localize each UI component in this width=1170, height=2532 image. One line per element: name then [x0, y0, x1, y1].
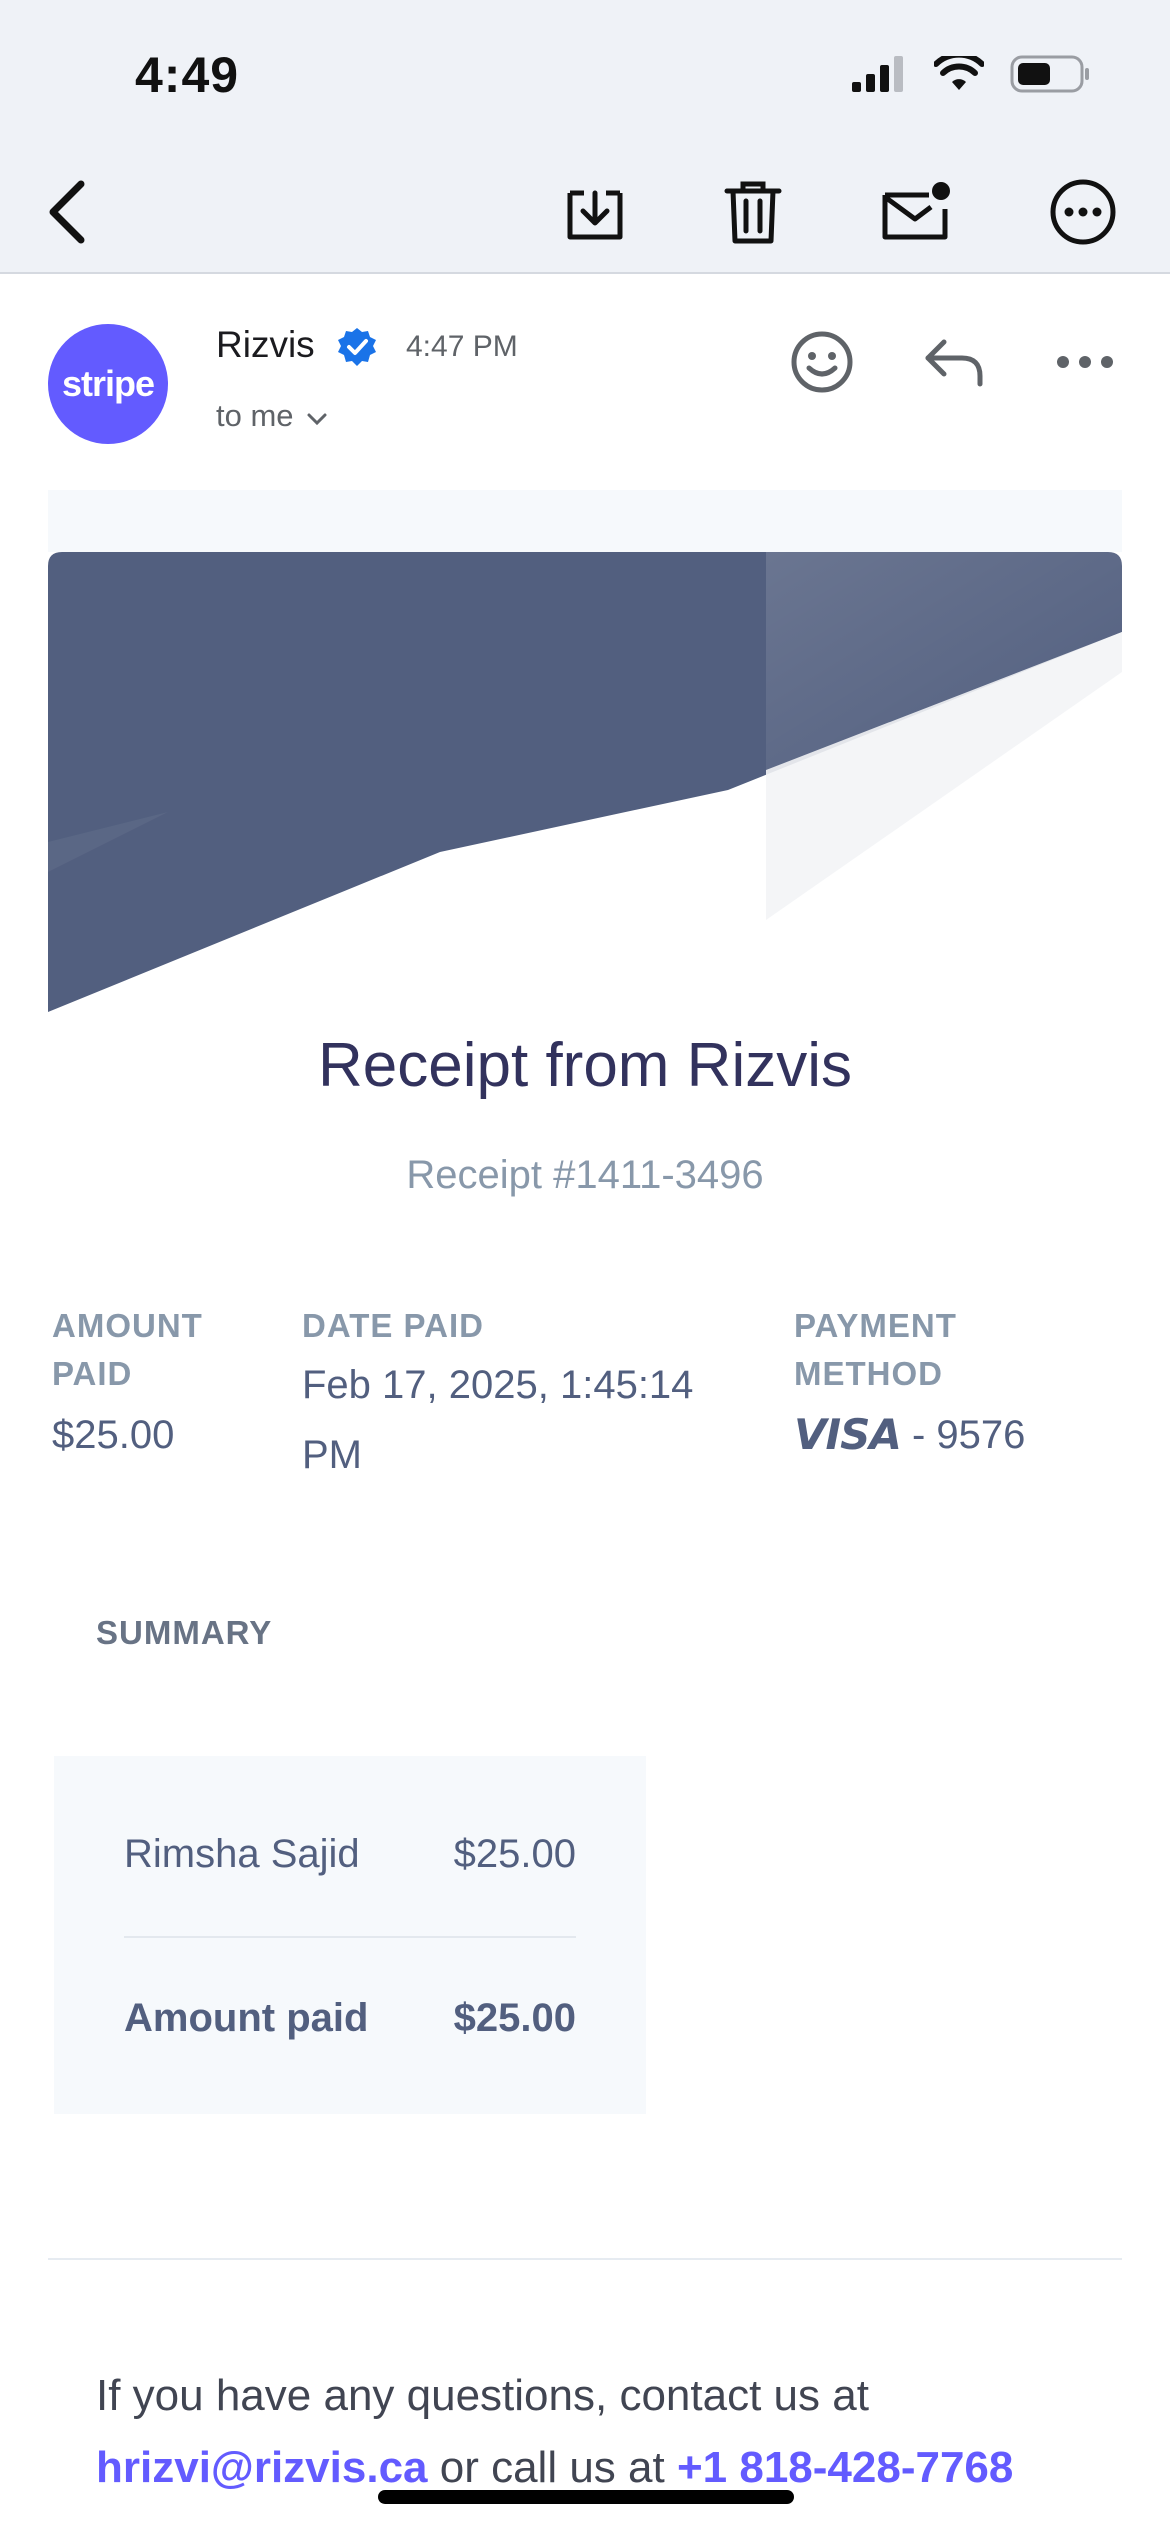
back-arrow-icon[interactable]: [28, 172, 108, 252]
sent-time: 4:47 PM: [406, 330, 518, 363]
move-to-inbox-icon[interactable]: [555, 172, 635, 252]
footer-divider: [48, 2258, 1122, 2260]
support-phone-link[interactable]: +1 818-428-7768: [677, 2443, 1013, 2492]
amount-paid-label: AMOUNT PAID: [52, 1302, 203, 1398]
status-time: 4:49: [135, 47, 240, 103]
summary-box: Rimsha Sajid $25.00 Amount paid $25.00: [54, 1756, 646, 2114]
avatar-text: stripe: [61, 363, 155, 404]
footer-contact-text: If you have any questions, contact us at…: [96, 2360, 1086, 2504]
card-last4: - 9576: [912, 1413, 1026, 1457]
receipt-title: Receipt from Rizvis: [318, 1031, 852, 1100]
receipt-number: Receipt #1411-3496: [406, 1153, 764, 1197]
verified-badge-icon: [336, 326, 378, 373]
line-item-name: Rimsha Sajid: [124, 1832, 360, 1876]
sender-name[interactable]: Rizvis: [216, 324, 315, 366]
trash-icon[interactable]: [713, 172, 793, 252]
recipient-label: to me: [216, 398, 294, 433]
visa-logo-icon: VISA: [794, 1410, 902, 1459]
date-paid-label: DATE PAID: [302, 1307, 484, 1344]
footer-text-2: or call us at: [427, 2443, 677, 2492]
status-bar: 4:49: [0, 0, 1170, 150]
more-icon[interactable]: [1045, 322, 1125, 402]
date-paid-value: Feb 17, 2025, 1:45:14 PM: [302, 1350, 693, 1490]
line-item-amount: $25.00: [453, 1832, 576, 1876]
date-paid-value-line1: Feb 17, 2025, 1:45:14: [302, 1363, 694, 1407]
reply-icon[interactable]: [914, 322, 994, 402]
amount-paid-label-line1: AMOUNT: [52, 1307, 203, 1344]
total-value: $25.00: [453, 1996, 576, 2040]
support-email-link[interactable]: hrizvi@rizvis.ca: [96, 2443, 428, 2492]
payment-method-label: PAYMENT METHOD: [794, 1302, 957, 1398]
home-indicator[interactable]: [378, 2490, 794, 2504]
recipient-toggle[interactable]: to me: [216, 398, 328, 434]
summary-total: Amount paid $25.00: [124, 1996, 576, 2041]
status-icons: [852, 51, 1090, 98]
date-paid-value-line2: PM: [302, 1433, 362, 1477]
amount-paid-value: $25.00: [52, 1413, 175, 1457]
email-toolbar: [0, 150, 1170, 274]
summary-divider: [124, 1936, 576, 1938]
summary-line-item: Rimsha Sajid $25.00: [124, 1832, 576, 1877]
payment-method-label-line2: METHOD: [794, 1355, 943, 1392]
signal-icon: [852, 56, 908, 97]
chevron-down-icon: [306, 398, 328, 434]
footer-text-1: If you have any questions, contact us at: [96, 2371, 869, 2420]
summary-heading: SUMMARY: [96, 1614, 273, 1651]
payment-method-label-line1: PAYMENT: [794, 1307, 957, 1344]
mark-unread-icon[interactable]: [876, 172, 956, 252]
email-top-strip: [48, 490, 1122, 552]
amount-paid-label-line2: PAID: [52, 1355, 133, 1392]
sender-avatar[interactable]: stripe: [48, 324, 168, 444]
total-label: Amount paid: [124, 1996, 369, 2040]
emoji-reaction-icon[interactable]: [782, 322, 862, 402]
wifi-icon: [933, 51, 985, 97]
more-options-icon[interactable]: [1043, 172, 1123, 252]
battery-icon: [1010, 55, 1090, 98]
receipt-banner: [48, 552, 1122, 1012]
